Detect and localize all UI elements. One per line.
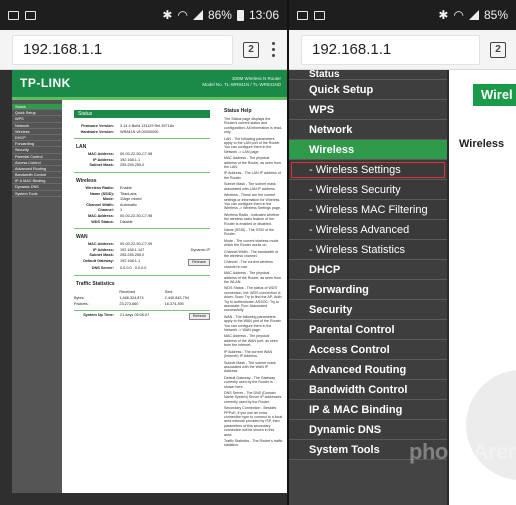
menu-item[interactable]: IP & MAC Binding [289, 400, 447, 420]
router-nav: Status Quick Setup WPS Network Wireless DHCP F… [12, 100, 62, 493]
menu-item[interactable]: Dynamic DNS [289, 420, 447, 440]
clock: 13:06 [248, 8, 279, 22]
help-paragraph: Default Gateway - The Gateway currently … [224, 375, 276, 389]
help-paragraph: Channel - The current wireless channel i… [224, 260, 273, 269]
image-icon [314, 10, 325, 20]
menu-item[interactable]: - Wireless Security [289, 180, 447, 200]
gallery-icon [297, 10, 308, 20]
wan-title: WAN [76, 234, 88, 241]
right-phone-screen: ✱ ◠ 85% 192.168.1.1 2 Status Quick Setup W… [289, 0, 516, 505]
help-paragraph: MAC Address - The physical address of th… [224, 271, 282, 284]
browser-toolbar: 192.168.1.1 2 [289, 30, 516, 70]
lan-title: LAN [76, 144, 87, 151]
help-paragraph: LAN - The following parameters apply to … [224, 136, 281, 154]
web-viewport: TP-LINK 300M Wireless N Router Model No.… [0, 70, 287, 505]
menu-item[interactable]: - Wireless Statistics [289, 240, 447, 260]
help-paragraph: MAC Address - The physical address of th… [224, 334, 278, 348]
model-info: 300M Wireless N Router Model No. TL-WR84… [202, 76, 281, 87]
menu-item[interactable]: Network [289, 120, 447, 140]
menu-item[interactable]: Bandwidth Control [289, 380, 447, 400]
help-paragraph: Channel Width - The bandwidth of the wir… [224, 249, 279, 258]
help-paragraph: Mode - The current wireless mode which t… [224, 238, 279, 248]
wan-row: DNS Server: 0.0.0.0 , 0.0.0.0 [91, 265, 147, 270]
tab-switcher-button[interactable]: 2 [243, 41, 259, 58]
router-page: TP-LINK 300M Wireless N Router Model No.… [12, 70, 287, 493]
help-paragraph: MAC Address - The physical address of th… [224, 156, 282, 170]
menu-item[interactable]: Status [289, 70, 447, 80]
help-paragraph: The Status page displays the Router's cu… [224, 117, 283, 135]
menu-item[interactable]: - Wireless Settings [289, 160, 447, 180]
wan-rows: MAC Address: 00-00-22-50-C7-99 IP Address:… [74, 242, 210, 271]
tplink-logo: TP-LINK [20, 76, 71, 90]
menu-item[interactable]: - Wireless MAC Filtering [289, 200, 447, 220]
url-bar[interactable]: 192.168.1.1 [12, 34, 233, 65]
help-paragraph: IP Address - The current WAN (Internet) … [224, 349, 273, 359]
help-title: Status Help [224, 108, 252, 114]
help-paragraph: IP Address - The LAN IP address of the R… [224, 171, 281, 180]
wifi-icon: ◠ [453, 8, 464, 22]
status-title: Status [74, 110, 210, 118]
help-paragraph: Subnet Mask - The subnet mask associated… [224, 360, 276, 374]
battery-text: 86% [207, 8, 232, 22]
router-nav-item[interactable]: System Tools [12, 191, 62, 197]
menu-item[interactable]: Access Control [289, 340, 447, 360]
help-paragraph: Subnet Mask - The subnet mask associated… [224, 182, 276, 191]
lan-rows: MAC Address: 00-00-22-50-C7-98 IP Address:… [74, 152, 210, 169]
left-phone-screen: ✱ ◠ 86% 13:06 192.168.1.1 2 TP-LINK 300M… [0, 0, 287, 505]
bluetooth-icon: ✱ [162, 8, 173, 22]
wireless-row: WDS Status: Disable [91, 219, 133, 224]
menu-item[interactable]: - Wireless Advanced [289, 220, 447, 240]
menu-item[interactable]: Security [289, 300, 447, 320]
web-viewport: Status Quick Setup WPS Network Wireless - Wir… [289, 70, 516, 505]
bluetooth-icon: ✱ [438, 8, 449, 22]
wifi-icon: ◠ [177, 8, 188, 22]
menu-item[interactable]: Advanced Routing [289, 360, 447, 380]
traffic-title: Traffic Statistics [76, 280, 115, 287]
hardware-row: Hardware Version: WR841N v8 00000000 [80, 129, 159, 134]
uptime-row: System Up Time: 21 days 05:06:07 Refresh [74, 312, 210, 320]
overflow-menu-icon[interactable] [269, 42, 277, 57]
tab-switcher-button[interactable]: 2 [490, 41, 506, 58]
signal-icon [468, 10, 479, 20]
url-bar[interactable]: 192.168.1.1 [301, 34, 480, 65]
help-paragraph: Secondary Connection - Besides PPPoE, if… [224, 406, 283, 437]
menu-item[interactable]: Parental Control [289, 320, 447, 340]
router-header: TP-LINK 300M Wireless N Router Model No.… [12, 70, 287, 97]
wireless-rows: Wireless Radio: Enable Name (SSID): TitanLa… [74, 186, 210, 225]
help-paragraph: WAN - The following parameters apply to … [224, 314, 282, 333]
status-bar: ✱ ◠ 85% [289, 0, 516, 30]
menu-item[interactable]: Forwarding [289, 280, 447, 300]
wireless-title: Wireless [76, 177, 97, 184]
battery-icon [236, 9, 244, 21]
signal-icon [192, 10, 203, 20]
wan-row: Default Gateway: 192.168.1.1 Release [74, 258, 210, 266]
menu-item[interactable]: Wireless [289, 140, 447, 160]
help-paragraph: DNS Server - The DNS (Domain Name System… [224, 390, 282, 404]
menu-item[interactable]: Quick Setup [289, 80, 447, 100]
help-paragraph: Traffic Statistics - The Router's traffi… [224, 439, 283, 448]
status-help: Status Help The Status page displays the… [220, 100, 287, 493]
help-paragraph: Wireless Radio - Indicates whether the w… [224, 212, 280, 226]
wireless-settings-header: Wirel [473, 84, 516, 106]
help-paragraph: Name (SSID) - The SSID of the Router. [224, 227, 275, 237]
battery-text: 85% [483, 8, 508, 22]
menu-item[interactable]: WPS [289, 100, 447, 120]
help-paragraph: WDS Status - The status of WDS' connecti… [224, 286, 283, 313]
status-bar: ✱ ◠ 86% 13:06 [0, 0, 287, 30]
refresh-button[interactable]: Refresh [188, 312, 210, 320]
status-content: Status Firmware Version: 3.14.4 Build 131… [66, 100, 216, 493]
gallery-icon [8, 10, 19, 20]
traffic-packets-row: Packets: 23,273,660 16,374,395 [74, 301, 184, 306]
wireless-label: Wireless [459, 138, 505, 150]
help-paragraph: Wireless - These are the current setting… [224, 193, 281, 211]
watermark-logo: phoneArena [409, 439, 516, 464]
image-icon [25, 10, 36, 20]
menu-item[interactable]: DHCP [289, 260, 447, 280]
browser-toolbar: 192.168.1.1 2 [0, 30, 287, 70]
lan-row: Subnet Mask: 255.255.255.0 [89, 163, 145, 168]
release-button[interactable]: Release [188, 258, 210, 266]
